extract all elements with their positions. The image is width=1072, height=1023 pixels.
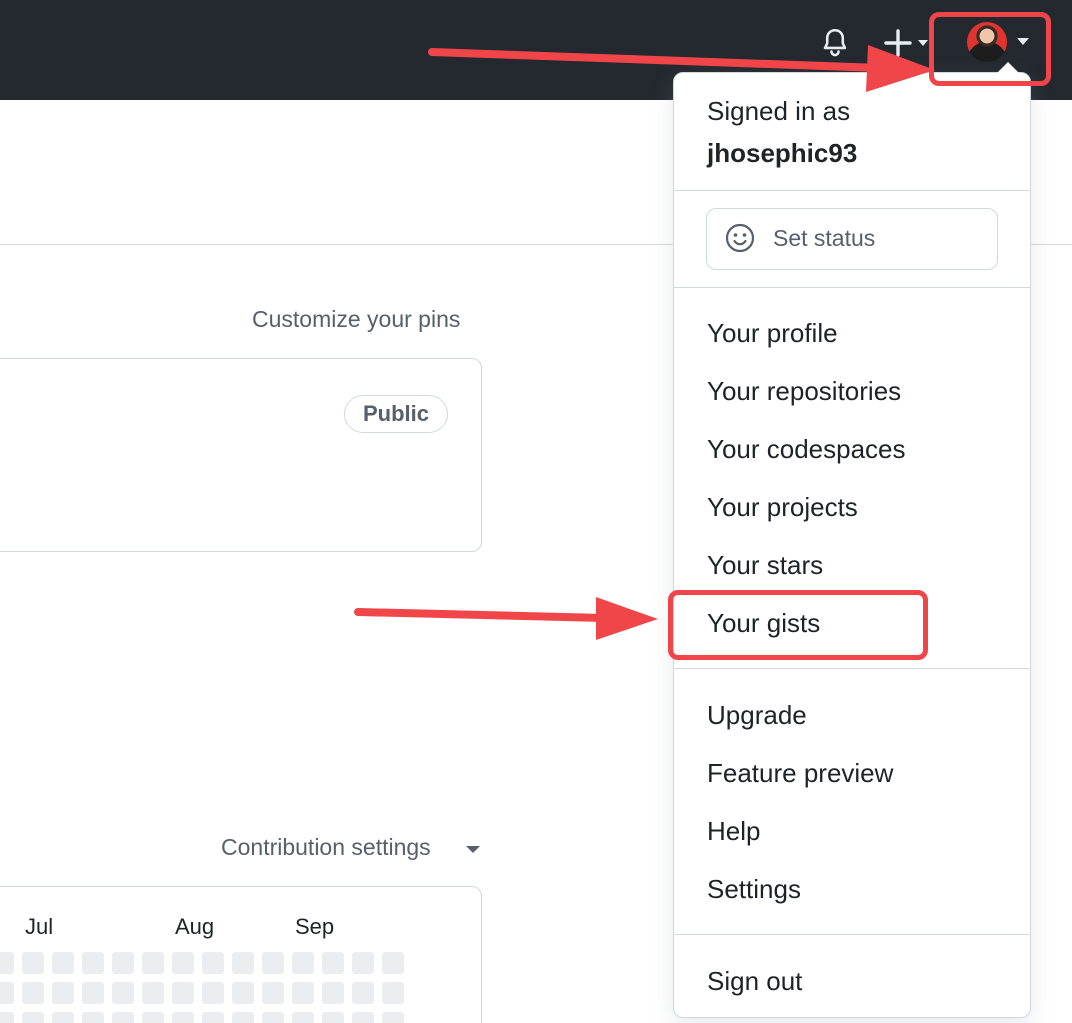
contribution-cell [52,952,74,974]
contribution-cell [172,952,194,974]
contribution-cell [382,982,404,1004]
month-label: Sep [295,914,335,939]
contribution-cell [142,952,164,974]
contribution-cell [382,1012,404,1023]
contribution-cell [202,982,224,1004]
contribution-cell [232,1012,254,1023]
contribution-cell [0,982,14,1004]
contribution-cell [232,982,254,1004]
pinned-repo-card[interactable] [0,358,482,552]
contribution-cell [262,952,284,974]
contribution-cell [112,952,134,974]
signed-in-label: Signed in as [707,96,851,126]
contribution-cell [172,982,194,1004]
contribution-cell [292,1012,314,1023]
contribution-cell [352,982,374,1004]
menu-item-settings[interactable]: Settings [707,874,801,905]
set-status-label: Set status [773,225,876,251]
contribution-cell [142,1012,164,1023]
menu-divider [674,190,1030,191]
menu-item-your-repositories[interactable]: Your repositories [707,376,901,407]
month-label: Aug [175,914,215,939]
contribution-cell [292,952,314,974]
menu-item-sign-out[interactable]: Sign out [707,966,802,997]
contribution-cell [0,1012,14,1023]
contribution-chevron-down-icon[interactable] [466,846,480,853]
contribution-cell [232,952,254,974]
contribution-cell [382,952,404,974]
visibility-badge: Public [344,395,448,433]
gists-highlight-box [668,590,928,660]
contribution-cell [52,1012,74,1023]
create-chevron-down-icon[interactable] [918,40,928,46]
contribution-cell [112,1012,134,1023]
contribution-cell [322,982,344,1004]
menu-item-help[interactable]: Help [707,816,760,847]
contribution-cell [202,952,224,974]
menu-divider [674,934,1030,935]
contribution-cell [142,982,164,1004]
username: jhosephic93 [707,138,858,168]
contribution-cell [352,952,374,974]
customize-pins-link[interactable]: Customize your pins [252,306,460,333]
contribution-cell [82,982,104,1004]
contribution-cell [292,982,314,1004]
contribution-cell [22,982,44,1004]
smiley-icon [725,223,755,253]
contribution-cell [322,1012,344,1023]
avatar-highlight-box [929,12,1051,86]
contribution-cell [82,952,104,974]
bell-icon[interactable] [818,26,852,60]
contribution-cell [22,952,44,974]
menu-item-your-codespaces[interactable]: Your codespaces [707,434,906,465]
menu-item-your-stars[interactable]: Your stars [707,550,823,581]
menu-item-upgrade[interactable]: Upgrade [707,700,807,731]
contribution-cell [172,1012,194,1023]
menu-divider [674,668,1030,669]
contribution-cell [262,1012,284,1023]
menu-item-feature-preview[interactable]: Feature preview [707,758,893,789]
contribution-cell [52,982,74,1004]
contribution-cell [352,1012,374,1023]
menu-divider [674,287,1030,288]
contribution-cell [22,1012,44,1023]
contribution-cell [0,952,14,974]
contribution-cell [322,952,344,974]
contribution-cell [202,1012,224,1023]
contribution-settings-button[interactable]: Contribution settings [221,834,431,861]
menu-item-your-profile[interactable]: Your profile [707,318,838,349]
plus-icon[interactable] [882,24,922,62]
month-label: Jul [25,914,54,939]
contribution-cell [82,1012,104,1023]
contribution-grid [0,952,404,1023]
menu-item-your-projects[interactable]: Your projects [707,492,858,523]
arrow-to-gists-icon [354,597,658,640]
contribution-cell [112,982,134,1004]
contribution-cell [262,982,284,1004]
